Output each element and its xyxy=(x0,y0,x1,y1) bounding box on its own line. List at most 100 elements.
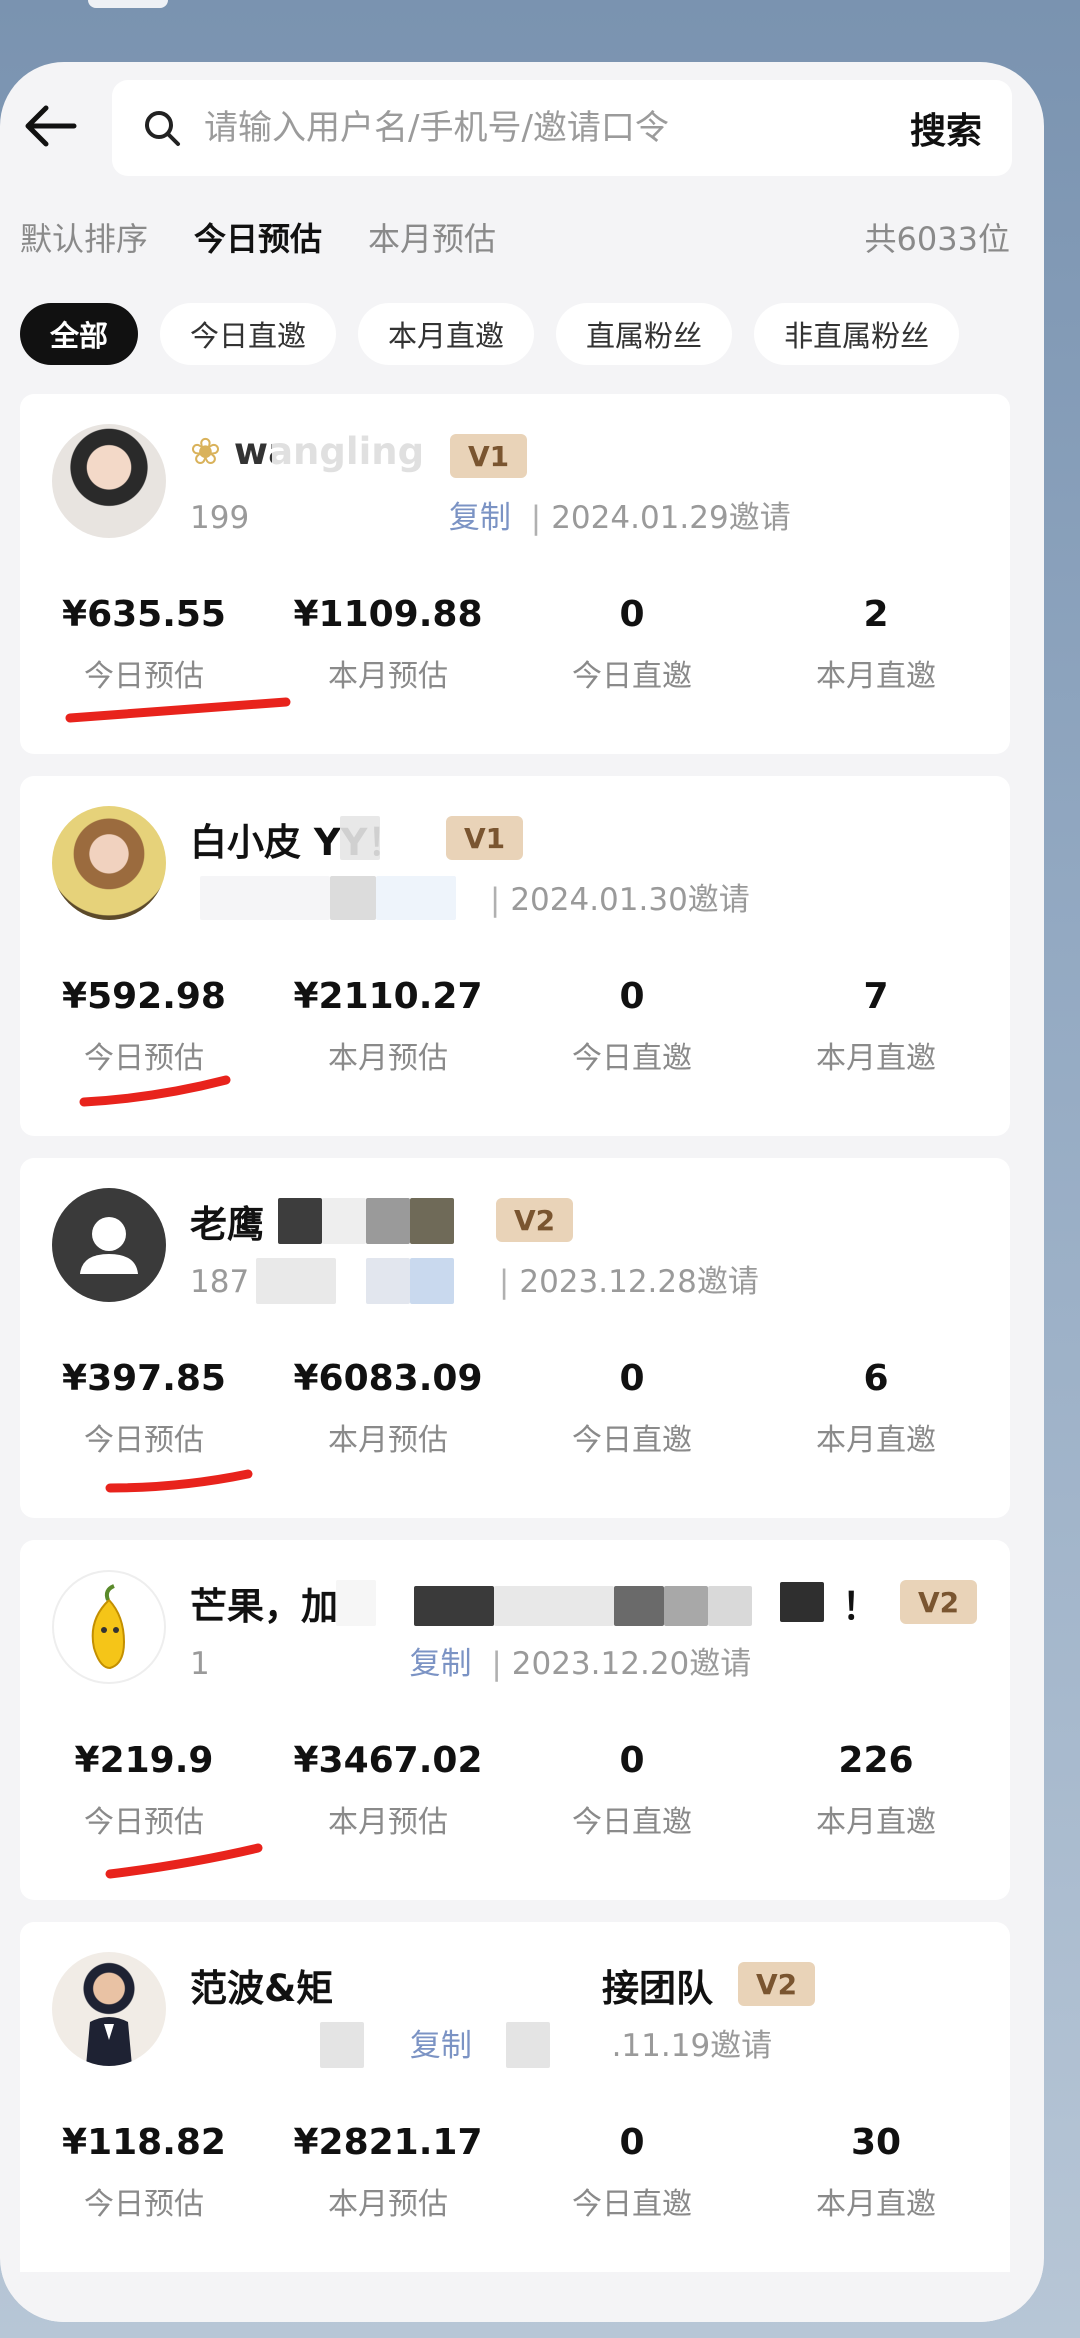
sort-month-estimate[interactable]: 本月预估 xyxy=(368,214,496,260)
month-estimate-label: 本月预估 xyxy=(328,1041,448,1076)
avatar xyxy=(52,806,166,920)
level-badge: V2 xyxy=(496,1198,574,1242)
highlight-underline xyxy=(105,1469,253,1493)
redaction-blur xyxy=(366,1198,410,1244)
today-estimate-value: ¥118.82 xyxy=(62,2122,226,2163)
copy-link[interactable]: 复制 xyxy=(410,2028,472,2064)
redaction-blur xyxy=(340,816,380,860)
month-invites-value: 7 xyxy=(863,976,889,1017)
level-badge: V2 xyxy=(900,1580,978,1624)
member-name-tail: 接团队 xyxy=(602,1967,713,2010)
today-invites-value: 0 xyxy=(619,594,645,635)
member-stats: ¥118.82 今日预估 ¥2821.17 本月预估 0 今日直邀 30 本月直… xyxy=(20,2122,1010,2242)
redaction-blur xyxy=(322,1198,366,1244)
avatar xyxy=(52,1952,166,2066)
avatar xyxy=(52,424,166,538)
redaction-blur xyxy=(336,1580,376,1626)
month-estimate-value: ¥1109.88 xyxy=(293,594,483,635)
month-estimate-label: 本月预估 xyxy=(328,2187,448,2222)
redaction-blur xyxy=(414,1586,494,1626)
highlight-underline xyxy=(65,697,291,723)
redaction-blur xyxy=(410,1198,454,1244)
month-invites-label: 本月直邀 xyxy=(816,1423,936,1458)
today-estimate-value: ¥592.98 xyxy=(62,976,226,1017)
highlight-underline xyxy=(105,1843,263,1879)
redaction-blur xyxy=(200,876,330,920)
month-estimate-value: ¥3467.02 xyxy=(293,1740,483,1781)
redaction-blur xyxy=(664,1586,708,1626)
level-badge: V1 xyxy=(446,816,524,860)
sort-default[interactable]: 默认排序 xyxy=(20,214,148,260)
today-estimate-value: ¥635.55 xyxy=(62,594,226,635)
chip-all[interactable]: 全部 xyxy=(20,303,139,365)
member-card[interactable]: ❀ wangling V1 199 复制 |2024.01.29邀请 ¥635.… xyxy=(20,394,1010,754)
month-invites-label: 本月直邀 xyxy=(816,659,936,694)
flower-icon: ❀ xyxy=(190,430,222,473)
today-invites-value: 0 xyxy=(619,2122,645,2163)
month-invites-value: 2 xyxy=(863,594,889,635)
redaction-blur xyxy=(216,1640,406,1684)
today-estimate-label: 今日预估 xyxy=(84,1805,204,1840)
month-invites-label: 本月直邀 xyxy=(816,1805,936,1840)
member-card[interactable]: 范波&矩 接团队 V2 复制 .11.19邀请 ¥118.82 今日预估 ¥28… xyxy=(20,1922,1010,2302)
member-name-tail: ！ xyxy=(842,1585,879,1628)
month-invites-label: 本月直邀 xyxy=(816,1041,936,1076)
today-estimate-label: 今日预估 xyxy=(84,2187,204,2222)
chip-indirect-fans[interactable]: 非直属粉丝 xyxy=(754,303,960,365)
month-estimate-value: ¥2110.27 xyxy=(293,976,483,1017)
level-badge: V1 xyxy=(450,434,528,478)
status-pill xyxy=(88,0,168,8)
member-name: 老鹰 xyxy=(190,1203,264,1246)
redaction-blur xyxy=(494,1586,614,1626)
today-invites-value: 0 xyxy=(619,1740,645,1781)
mango-icon xyxy=(91,1584,126,1670)
member-name: 芒果，加 xyxy=(190,1585,338,1628)
sort-tabs: 默认排序 今日预估 本月预估 共6033位 xyxy=(20,207,1010,267)
member-card[interactable]: 芒果，加 ！ V2 1 复制 | 2023.12.20邀请 ¥219.9 今日预估… xyxy=(20,1540,1010,1900)
search-input[interactable] xyxy=(204,108,764,148)
chip-direct-fans[interactable]: 直属粉丝 xyxy=(556,303,733,365)
today-invites-label: 今日直邀 xyxy=(572,1805,692,1840)
redaction-blur xyxy=(320,2022,364,2068)
month-estimate-label: 本月预估 xyxy=(328,1805,448,1840)
redaction-blur xyxy=(780,1582,824,1622)
today-estimate-label: 今日预估 xyxy=(84,659,204,694)
redaction-blur xyxy=(506,2022,550,2068)
month-estimate-label: 本月预估 xyxy=(328,1423,448,1458)
today-estimate-label: 今日预估 xyxy=(84,1423,204,1458)
today-estimate-value: ¥219.9 xyxy=(74,1740,214,1781)
chip-month-invites[interactable]: 本月直邀 xyxy=(358,303,535,365)
back-button[interactable] xyxy=(18,94,82,158)
month-invites-value: 226 xyxy=(838,1740,914,1781)
total-count: 共6033位 xyxy=(864,220,1010,258)
default-avatar-icon xyxy=(52,1188,166,1302)
copy-link[interactable]: 复制 xyxy=(449,500,511,536)
month-invites-value: 30 xyxy=(850,2122,902,2163)
sort-today-estimate[interactable]: 今日预估 xyxy=(194,214,322,260)
level-badge: V2 xyxy=(738,1962,816,2006)
today-invites-label: 今日直邀 xyxy=(572,659,692,694)
chip-today-invites[interactable]: 今日直邀 xyxy=(160,303,337,365)
redaction-blur xyxy=(614,1586,664,1626)
member-stats: ¥397.85 今日预估 ¥6083.09 本月预估 0 今日直邀 6 本月直邀 xyxy=(20,1358,1010,1478)
redaction-blur xyxy=(250,490,410,536)
copy-link[interactable]: 复制 xyxy=(409,1646,471,1682)
filter-chips: 全部 今日直邀 本月直邀 直属粉丝 非直属粉丝 xyxy=(20,302,1020,366)
search-bar: 搜索 xyxy=(112,80,1012,176)
redaction-blur xyxy=(350,1962,520,2008)
month-estimate-value: ¥2821.17 xyxy=(293,2122,483,2163)
today-invites-label: 今日直邀 xyxy=(572,1041,692,1076)
member-card[interactable]: 老鹰 V2 187 | 2023.12.28邀请 ¥397.85 今日预估 ¥60… xyxy=(20,1158,1010,1518)
redaction-blur xyxy=(330,876,376,920)
search-icon xyxy=(142,106,186,150)
redaction-blur xyxy=(278,1198,322,1244)
redaction-blur xyxy=(256,1258,336,1304)
app-screen: 搜索 默认排序 今日预估 本月预估 共6033位 全部 今日直邀 本月直邀 直属… xyxy=(0,62,1044,2322)
redaction-blur xyxy=(708,1586,752,1626)
today-invites-label: 今日直邀 xyxy=(572,2187,692,2222)
member-card[interactable]: 白小皮 YY！ V1 | 2024.01.30邀请 ¥592.98 今日预估 ¥2… xyxy=(20,776,1010,1136)
back-arrow-icon xyxy=(25,105,77,147)
search-button[interactable]: 搜索 xyxy=(910,102,982,154)
redaction-blur xyxy=(366,1258,410,1304)
member-name: 范波&矩 xyxy=(190,1967,334,2010)
